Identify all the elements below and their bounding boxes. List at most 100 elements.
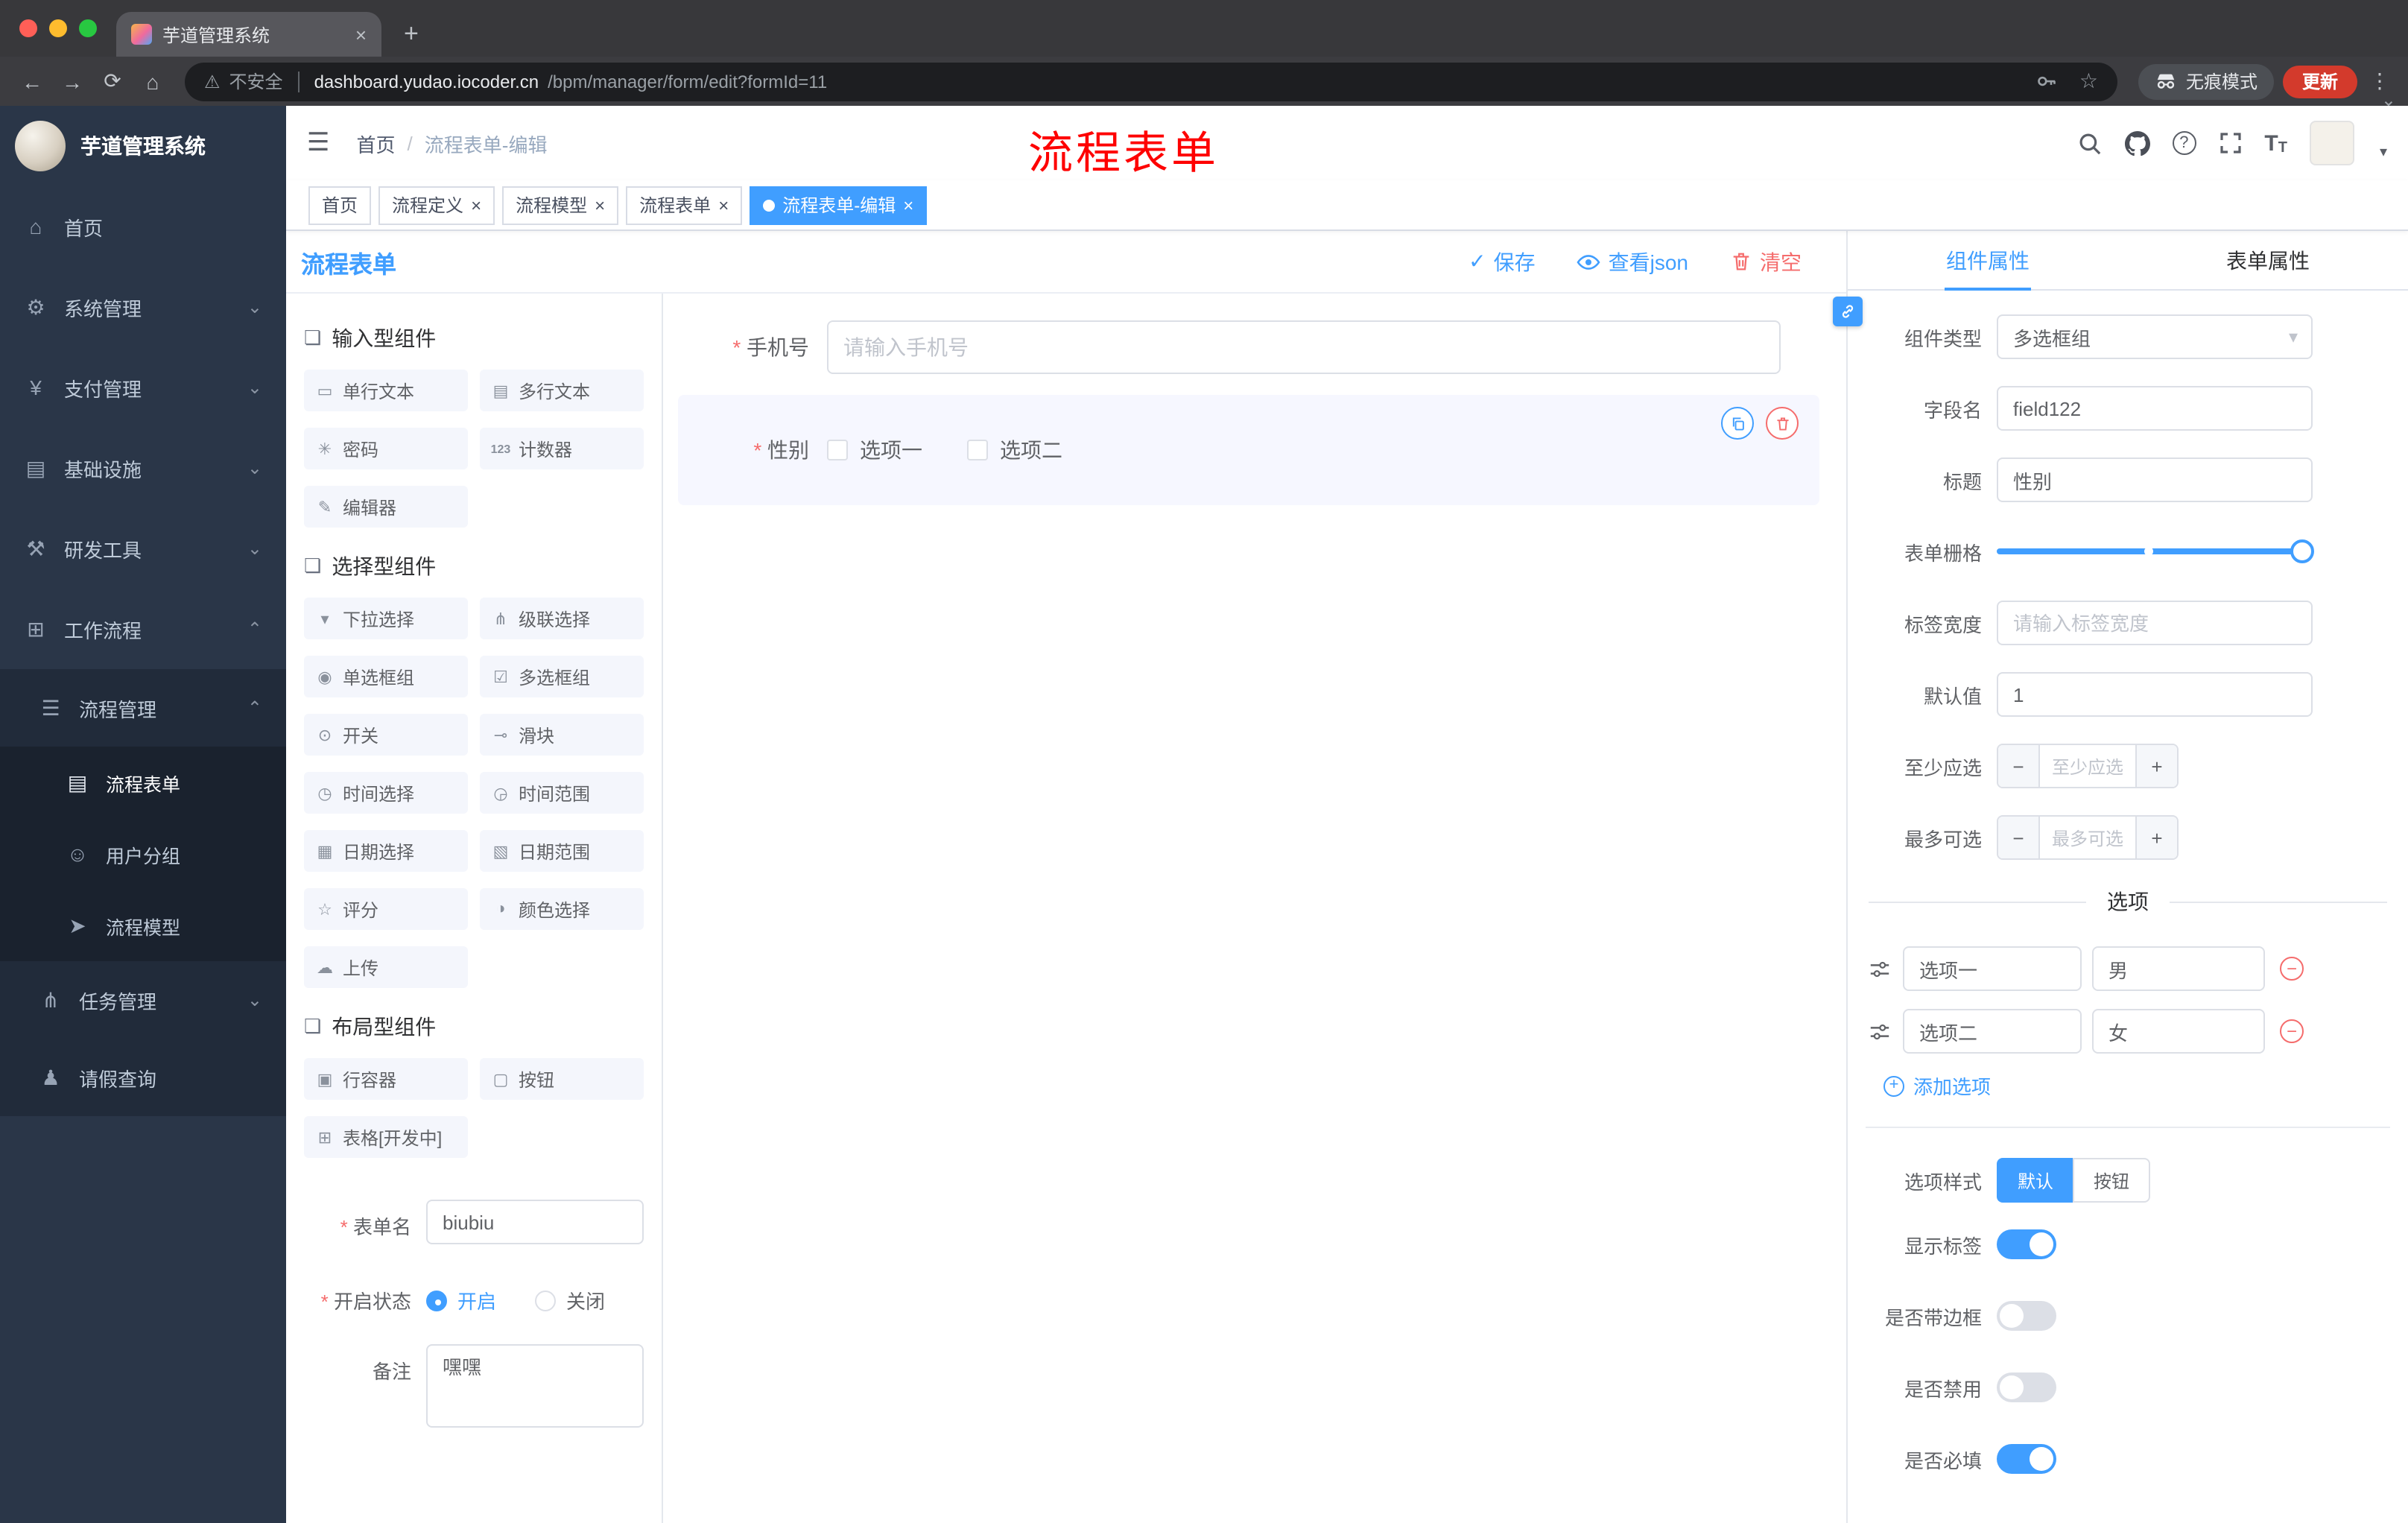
tag-close-icon[interactable]: ×: [903, 196, 913, 214]
option-2-label-input[interactable]: [1903, 1009, 2082, 1054]
sidebar-item-home[interactable]: ⌂ 首页: [0, 186, 286, 267]
slider-handle[interactable]: [2290, 539, 2314, 563]
phone-input[interactable]: [827, 320, 1781, 374]
drag-handle-icon[interactable]: [1866, 957, 1892, 980]
status-off-radio[interactable]: 关闭: [535, 1286, 605, 1314]
palette-item-single-line-text[interactable]: ▭ 单行文本: [304, 370, 468, 411]
palette-item-counter[interactable]: 123 计数器: [480, 428, 644, 469]
password-key-icon[interactable]: [2036, 70, 2059, 92]
form-name-input[interactable]: [426, 1200, 644, 1244]
bookmark-star-icon[interactable]: ☆: [2079, 69, 2098, 94]
option-2-value-input[interactable]: [2092, 1009, 2265, 1054]
palette-item-row-container[interactable]: ▣ 行容器: [304, 1058, 468, 1100]
tab-component-props[interactable]: 组件属性: [1848, 231, 2128, 289]
field-name-input[interactable]: [1997, 386, 2313, 431]
title-input[interactable]: [1997, 457, 2313, 502]
gender-option-1-checkbox[interactable]: 选项一: [827, 435, 922, 465]
toolbar-overflow-chevron-icon[interactable]: ⌄: [2381, 89, 2396, 110]
increase-button[interactable]: +: [2135, 817, 2177, 858]
palette-item-time-picker[interactable]: ◷ 时间选择: [304, 772, 468, 814]
palette-item-rate[interactable]: ☆ 评分: [304, 888, 468, 930]
label-width-input[interactable]: [1997, 601, 2313, 645]
forward-icon[interactable]: →: [52, 69, 92, 93]
home-icon[interactable]: ⌂: [133, 69, 173, 93]
remove-option-icon[interactable]: −: [2280, 957, 2304, 981]
add-option-button[interactable]: + 添加选项: [1883, 1071, 1991, 1100]
window-zoom-button[interactable]: [79, 19, 97, 37]
palette-item-date-picker[interactable]: ▦ 日期选择: [304, 830, 468, 872]
reload-icon[interactable]: ⟳: [92, 69, 133, 94]
palette-item-button[interactable]: ▢ 按钮: [480, 1058, 644, 1100]
copy-field-button[interactable]: [1721, 407, 1754, 440]
view-json-button[interactable]: 查看json: [1577, 247, 1688, 276]
drag-handle-icon[interactable]: [1866, 1020, 1892, 1042]
window-minimize-button[interactable]: [49, 19, 67, 37]
min-select-value[interactable]: 至少应选: [2040, 745, 2135, 787]
tag-process-model[interactable]: 流程模型 ×: [502, 186, 619, 224]
tab-close-icon[interactable]: ×: [355, 25, 367, 44]
default-value-input[interactable]: [1997, 672, 2313, 717]
with-border-toggle[interactable]: [1997, 1301, 2056, 1331]
decrease-button[interactable]: −: [1998, 745, 2040, 787]
style-default-button[interactable]: 默认: [1997, 1158, 2073, 1203]
sidebar-item-task-management[interactable]: ⋔ 任务管理 ⌄: [0, 961, 286, 1039]
max-select-value[interactable]: 最多可选: [2040, 817, 2135, 858]
palette-item-upload[interactable]: ☁ 上传: [304, 946, 468, 988]
show-label-toggle[interactable]: [1997, 1229, 2056, 1259]
sidebar-item-process-form[interactable]: ▤ 流程表单: [0, 747, 286, 818]
tag-close-icon[interactable]: ×: [471, 196, 481, 214]
palette-item-password[interactable]: ✳ 密码: [304, 428, 468, 469]
canvas-field-phone[interactable]: 手机号: [678, 320, 1819, 374]
palette-item-color-picker[interactable]: ◑ 颜色选择: [480, 888, 644, 930]
palette-item-switch[interactable]: ⊙ 开关: [304, 714, 468, 756]
sidebar-item-workflow[interactable]: ⊞ 工作流程 ⌃: [0, 589, 286, 669]
sidebar-item-process-model[interactable]: ➤ 流程模型: [0, 890, 286, 961]
component-type-select[interactable]: 多选框组: [1997, 314, 2313, 359]
fullscreen-icon[interactable]: [2218, 131, 2242, 155]
sidebar-item-infrastructure[interactable]: ▤ 基础设施 ⌄: [0, 428, 286, 508]
palette-item-table[interactable]: ⊞ 表格[开发中]: [304, 1116, 468, 1158]
sidebar-item-dev-tools[interactable]: ⚒ 研发工具 ⌄: [0, 508, 286, 589]
link-icon-button[interactable]: [1833, 297, 1863, 326]
palette-item-checkbox-group[interactable]: ☑ 多选框组: [480, 656, 644, 697]
style-button-button[interactable]: 按钮: [2073, 1158, 2151, 1203]
tag-process-definition[interactable]: 流程定义 ×: [378, 186, 495, 224]
palette-item-slider[interactable]: ⊸ 滑块: [480, 714, 644, 756]
tab-form-props[interactable]: 表单属性: [2128, 231, 2408, 289]
gender-option-2-checkbox[interactable]: 选项二: [967, 435, 1062, 465]
sidebar-item-process-management[interactable]: ☰ 流程管理 ⌃: [0, 669, 286, 747]
address-bar[interactable]: ⚠ 不安全 dashboard.yudao.iocoder.cn /bpm/ma…: [185, 62, 2117, 101]
tag-process-form-edit[interactable]: 流程表单-编辑 ×: [750, 186, 928, 224]
save-button[interactable]: ✓ 保存: [1468, 247, 1535, 276]
remark-textarea[interactable]: 嘿嘿: [426, 1344, 644, 1428]
window-close-button[interactable]: [19, 19, 37, 37]
status-on-radio[interactable]: 开启: [426, 1286, 496, 1314]
palette-item-multi-line-text[interactable]: ▤ 多行文本: [480, 370, 644, 411]
tag-close-icon[interactable]: ×: [595, 196, 605, 214]
palette-item-date-range[interactable]: ▧ 日期范围: [480, 830, 644, 872]
canvas-field-gender-selected[interactable]: 性别 选项一 选项二: [678, 395, 1819, 505]
palette-item-time-range[interactable]: ◶ 时间范围: [480, 772, 644, 814]
sidebar-item-user-groups[interactable]: ☺ 用户分组: [0, 818, 286, 890]
delete-field-button[interactable]: [1766, 407, 1799, 440]
hamburger-icon[interactable]: ☰: [307, 128, 330, 158]
browser-tab[interactable]: 芋道管理系统 ×: [116, 12, 381, 57]
chrome-update-button[interactable]: 更新: [2282, 65, 2357, 98]
clear-button[interactable]: 清空: [1730, 247, 1802, 276]
font-size-icon[interactable]: TT: [2264, 130, 2287, 156]
help-icon[interactable]: ?: [2172, 131, 2196, 155]
decrease-button[interactable]: −: [1998, 817, 2040, 858]
tag-close-icon[interactable]: ×: [718, 196, 729, 214]
palette-item-editor[interactable]: ✎ 编辑器: [304, 486, 468, 528]
increase-button[interactable]: +: [2135, 745, 2177, 787]
github-icon[interactable]: [2124, 130, 2150, 156]
form-grid-slider[interactable]: [1997, 529, 2314, 574]
option-1-label-input[interactable]: [1903, 946, 2082, 991]
palette-item-radio-group[interactable]: ◉ 单选框组: [304, 656, 468, 697]
tag-process-form[interactable]: 流程表单 ×: [626, 186, 743, 224]
sidebar-item-leave-query[interactable]: ♟ 请假查询: [0, 1039, 286, 1116]
sidebar-item-payment-management[interactable]: ¥ 支付管理 ⌄: [0, 347, 286, 428]
required-toggle[interactable]: [1997, 1444, 2056, 1474]
palette-item-select[interactable]: ▾ 下拉选择: [304, 598, 468, 639]
search-icon[interactable]: [2076, 130, 2102, 156]
